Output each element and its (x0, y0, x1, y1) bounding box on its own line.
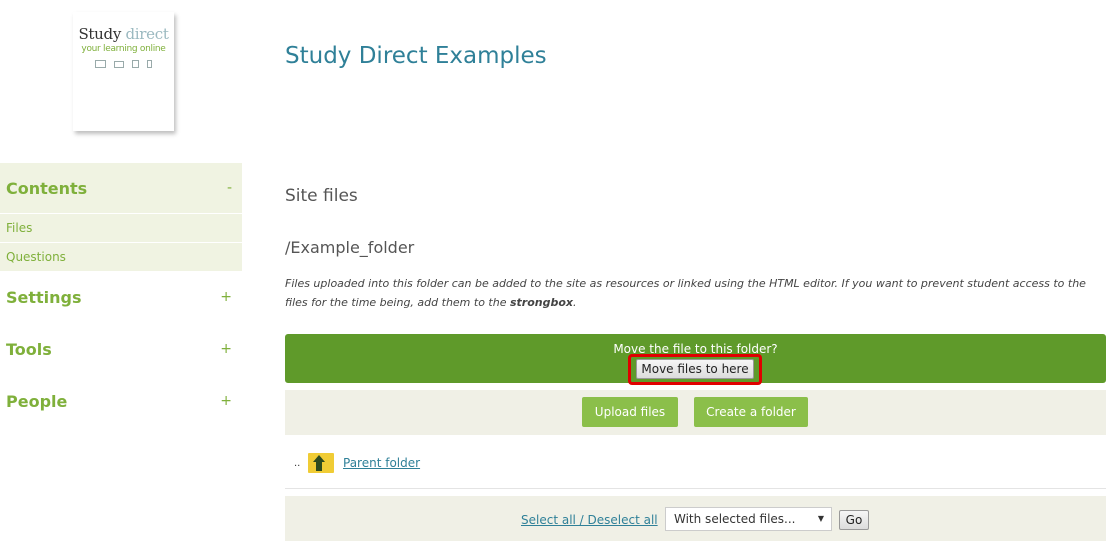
file-actions-bar: Upload files Create a folder (285, 390, 1106, 435)
select-all-link[interactable]: Select all / Deselect all (521, 513, 658, 527)
selection-bar: Select all / Deselect all With selected … (285, 496, 1106, 541)
sidebar: Contents - Files Questions Settings + To… (0, 163, 242, 427)
go-button[interactable]: Go (839, 510, 869, 530)
parent-folder-row: .. Parent folder (285, 450, 1106, 489)
chevron-down-icon: ▼ (817, 514, 824, 523)
sidebar-header-label: Settings (6, 287, 82, 307)
sidebar-header-people[interactable]: People + (0, 375, 242, 427)
desktop-icon (95, 60, 106, 68)
folder-description: Files uploaded into this folder can be a… (285, 274, 1100, 312)
logo-devices (73, 60, 174, 68)
page-title: Study Direct Examples (285, 43, 547, 69)
tablet-icon (132, 60, 139, 68)
phone-icon (147, 60, 152, 68)
sidebar-header-label: People (6, 391, 68, 411)
parent-folder-link[interactable]: Parent folder (343, 456, 420, 470)
expand-toggle-icon[interactable]: + (220, 341, 232, 357)
expand-toggle-icon[interactable]: + (220, 393, 232, 409)
site-logo[interactable]: Study direct your learning online (73, 12, 174, 131)
sidebar-header-contents[interactable]: Contents - (0, 163, 242, 213)
sidebar-header-label: Tools (6, 339, 52, 359)
description-text: Files uploaded into this folder can be a… (285, 277, 1086, 309)
sidebar-block-contents: Contents - Files Questions (0, 163, 242, 271)
sidebar-header-tools[interactable]: Tools + (0, 323, 242, 375)
up-arrow-head (313, 455, 325, 462)
parent-marker: .. (294, 458, 301, 469)
section-title: Site files (285, 186, 358, 206)
up-arrow-stem (316, 462, 322, 471)
logo-tagline: your learning online (81, 44, 166, 54)
sidebar-item-questions[interactable]: Questions (0, 242, 242, 271)
sidebar-header-settings[interactable]: Settings + (0, 271, 242, 323)
logo-brand: Study direct (73, 25, 174, 43)
upload-files-button[interactable]: Upload files (582, 397, 678, 427)
folder-path: /Example_folder (285, 238, 415, 257)
description-end: . (573, 296, 577, 309)
create-folder-button[interactable]: Create a folder (694, 397, 808, 427)
folder-up-icon[interactable] (308, 453, 334, 473)
move-file-bar: Move the file to this folder? Move files… (285, 334, 1106, 385)
laptop-icon (114, 61, 124, 68)
dropdown-value: With selected files... (674, 512, 796, 526)
move-files-button[interactable]: Move files to here (636, 359, 754, 379)
logo-brand-light: direct (125, 25, 169, 43)
logo-brand-bold: Study (78, 25, 121, 43)
with-selected-dropdown[interactable]: With selected files... ▼ (665, 507, 832, 531)
expand-toggle-icon[interactable]: + (220, 289, 232, 305)
sidebar-header-label: Contents (6, 178, 88, 198)
sidebar-item-files[interactable]: Files (0, 213, 242, 242)
collapse-toggle-icon[interactable]: - (227, 180, 232, 196)
strongbox-text: strongbox (509, 296, 574, 309)
